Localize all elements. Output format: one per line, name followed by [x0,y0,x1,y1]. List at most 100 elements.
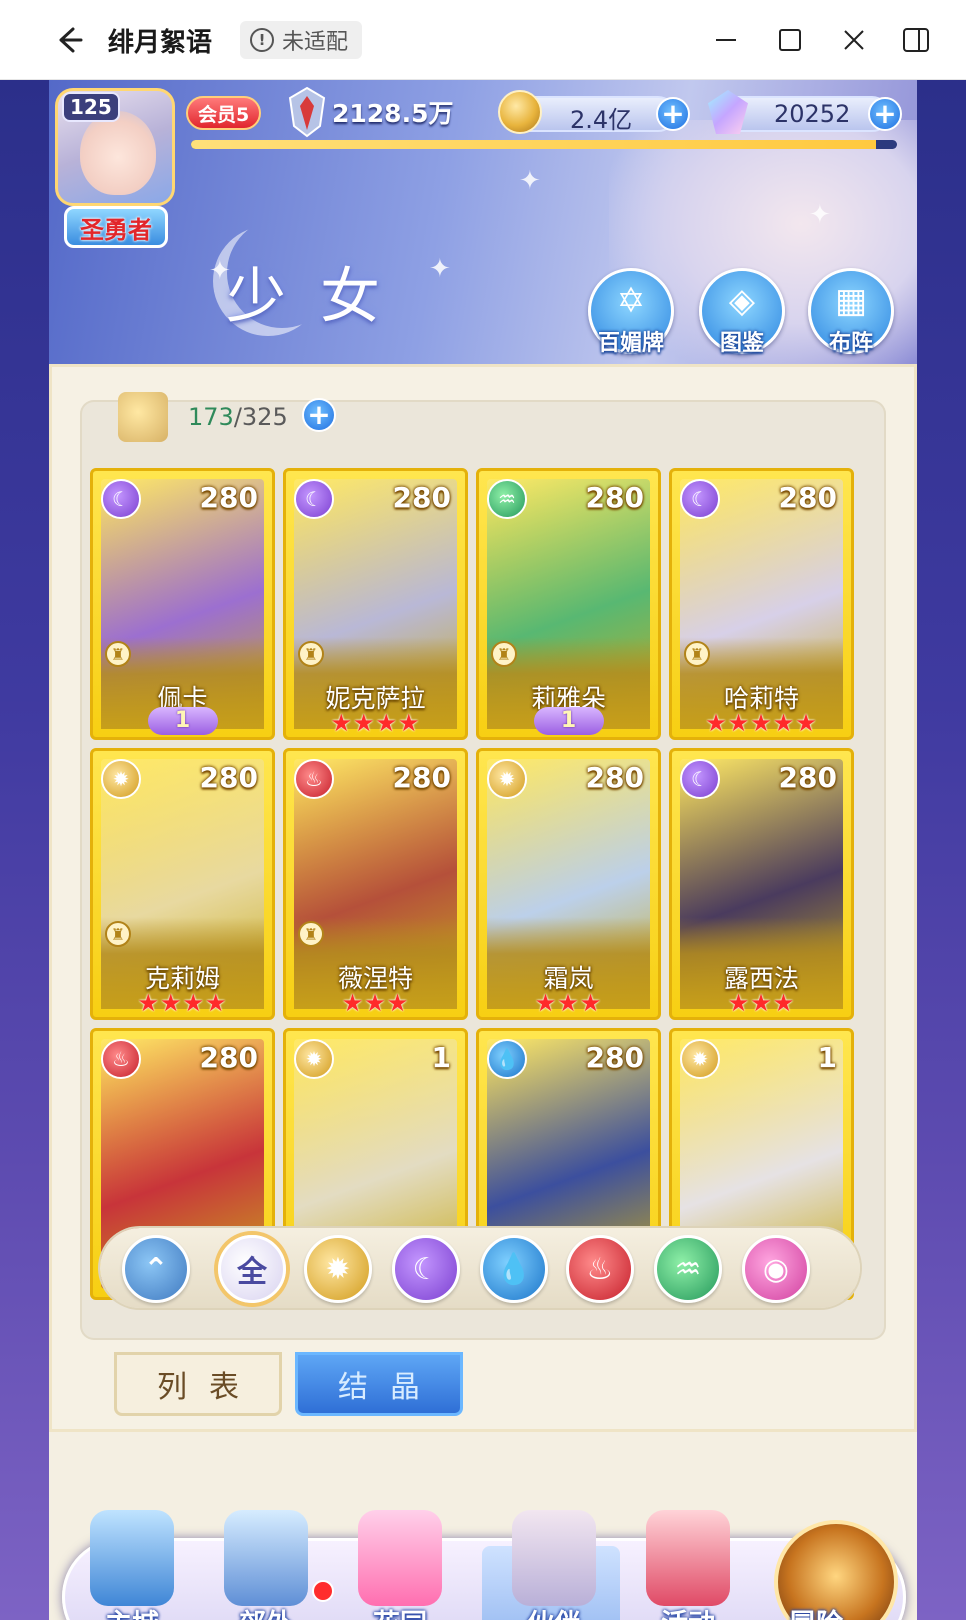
roster-count-separator: / [233,403,242,431]
star-decoration: ✦ [429,254,451,284]
character-level: 280 [392,481,451,514]
moon-element-icon: ☾ [680,479,720,519]
nav-gift-box[interactable]: 活动 [628,1500,748,1620]
player-level-badge: 125 [62,92,120,122]
star-rating: ★★★★ [330,709,421,737]
maximize-icon[interactable] [766,18,814,62]
sun-element-icon: ✹ [101,759,141,799]
partner-icon [512,1510,596,1606]
sun-element-icon[interactable]: ✹ [304,1235,372,1303]
portal-icon [224,1510,308,1606]
water-element-icon[interactable]: 💧 [480,1235,548,1303]
moon-element-icon: ☾ [101,479,141,519]
tab-list[interactable]: 列表 [114,1352,282,1416]
all-filter-icon[interactable]: 全 [218,1235,286,1303]
nav-label: 郊外 [206,1602,326,1620]
character-card[interactable]: ☾ 280 ♜ 妮克萨拉 ★★★★ [283,468,468,740]
fire-element-icon: ♨ [294,759,334,799]
add-gem-button[interactable]: + [868,97,902,131]
fire-element-icon: ♨ [101,1039,141,1079]
codex-button[interactable]: ◈ 图鉴 [699,268,785,356]
star-decoration: ✦ [809,200,831,230]
nav-castle[interactable]: 主城 [72,1500,192,1620]
character-level: 1 [431,1041,451,1074]
close-icon[interactable] [830,18,878,62]
expand-roster-button[interactable]: + [302,398,336,432]
app-title: 绯月絮语 [108,28,213,58]
formation-label: 布阵 [828,331,873,356]
add-gold-button[interactable]: + [656,97,690,131]
class-rook-icon: ♜ [684,641,710,667]
star-decoration: ✦ [519,166,541,196]
card-deck-label: 百媚牌 [597,331,664,356]
nav-label: 活动 [628,1602,748,1620]
sun-element-icon: ✹ [680,1039,720,1079]
nav-label: 冒险 [756,1602,876,1620]
exp-bar [191,140,897,149]
nav-compass[interactable]: 冒险 [756,1500,876,1620]
wind-element-icon[interactable]: ♒ [654,1235,722,1303]
castle-icon [90,1510,174,1606]
compat-label: 未适配 [282,30,349,55]
sun-element-icon: ✹ [487,759,527,799]
moon-element-icon[interactable]: ☾ [392,1235,460,1303]
gold-coin-icon [498,90,542,134]
star-rating: ★★★ [341,989,410,1017]
window-titlebar: 绯月絮语 ! 未适配 [0,0,966,80]
wind-element-icon: ♒ [487,479,527,519]
class-rook-icon: ♜ [105,921,131,947]
formation-button[interactable]: ▦ 布阵 [808,268,894,356]
character-grid: ☾ 280 ♜ 佩卡 1 ☾ 280 ♜ 妮克萨拉 ★★★★ ♒ 280 ♜ 莉雅朵 1 ☾ 280 ♜ 哈莉特 ★★… [90,468,872,1302]
heart-element-icon[interactable]: ◉ [742,1235,810,1303]
character-card[interactable]: ✹ 280 ♜ 克莉姆 ★★★★ [90,748,275,1020]
star-rating: ★★★ [534,989,603,1017]
power-value: 2128.5万 [332,99,454,128]
nav-partner[interactable]: 伙伴 [494,1500,614,1620]
character-card[interactable]: ♒ 280 ♜ 莉雅朵 1 [476,468,661,740]
triangle-sort-icon[interactable]: ⌃ [122,1235,190,1303]
formation-grid-icon: ▦ [834,281,868,321]
character-card[interactable]: ☾ 280 ♜ 佩卡 1 [90,468,275,740]
character-card[interactable]: ✹ 280 霜岚 ★★★ [476,748,661,1020]
sidebar-icon[interactable] [892,18,940,62]
vip-badge[interactable]: 会员5 [186,96,262,130]
card-deck-icon: ✡ [616,281,646,321]
moon-element-icon: ☾ [680,759,720,799]
star-rating: ★★★★ [137,989,228,1017]
compat-status-chip[interactable]: ! 未适配 [240,21,363,59]
character-level: 280 [585,481,644,514]
heart-garden-icon [358,1510,442,1606]
roster-bag-icon [118,392,168,442]
water-element-icon: 💧 [487,1039,527,1079]
character-card[interactable]: ☾ 280 露西法 ★★★ [669,748,854,1020]
tab-crystal[interactable]: 结晶 [295,1352,463,1416]
class-rook-icon: ♜ [298,641,324,667]
character-level: 1 [817,1041,837,1074]
exp-bar-fill [191,140,876,149]
nav-heart-garden[interactable]: 花园 [340,1500,460,1620]
character-card[interactable]: ♨ 280 ♜ 薇涅特 ★★★ [283,748,468,1020]
section-title: 少女 [226,262,414,332]
character-level: 280 [199,481,258,514]
character-level: 280 [778,481,837,514]
roster-count: 173/325 [188,403,288,431]
minimize-icon[interactable] [702,18,750,62]
warning-icon: ! [250,28,274,52]
card-deck-button[interactable]: ✡ 百媚牌 [588,268,674,356]
character-level: 280 [199,1041,258,1074]
notification-dot [312,1580,334,1602]
nav-portal[interactable]: 郊外 [206,1500,326,1620]
moon-element-icon: ☾ [294,479,334,519]
character-level: 280 [585,1041,644,1074]
back-arrow-icon[interactable] [46,20,90,60]
nav-label: 主城 [72,1602,192,1620]
gift-box-icon [646,1510,730,1606]
fire-element-icon[interactable]: ♨ [566,1235,634,1303]
player-title-badge[interactable]: 圣勇者 [64,206,168,248]
character-card[interactable]: ☾ 280 ♜ 哈莉特 ★★★★★ [669,468,854,740]
roster-count-max: 325 [241,403,288,431]
codex-label: 图鉴 [719,331,764,356]
codex-book-icon: ◈ [728,281,756,321]
nav-label: 伙伴 [494,1602,614,1620]
gold-value: 2.4亿 [570,106,633,134]
